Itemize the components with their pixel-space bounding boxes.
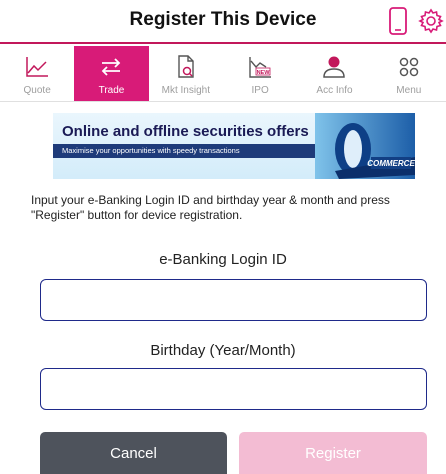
nav-item-mkt-insight[interactable]: Mkt Insight xyxy=(149,46,223,101)
svg-text:COMMERCE: COMMERCE xyxy=(367,159,415,168)
banner-headline: Online and offline securities offers xyxy=(62,123,309,140)
phone-icon[interactable] xyxy=(388,7,408,35)
login-id-input[interactable] xyxy=(40,279,427,321)
menu-grid-icon xyxy=(399,57,419,77)
nav-item-acc-info[interactable]: Acc Info xyxy=(297,46,371,101)
new-chart-icon: NEW xyxy=(249,57,272,78)
nav-label-trade: Trade xyxy=(98,85,125,96)
commerce-logo-graphic: COMMERCE xyxy=(315,113,415,179)
nav-label-mkt-insight: Mkt Insight xyxy=(161,85,210,96)
nav-label-acc-info: Acc Info xyxy=(316,85,353,96)
person-icon xyxy=(323,56,346,78)
login-id-label: e-Banking Login ID xyxy=(159,251,287,268)
nav-item-trade[interactable]: Trade xyxy=(74,46,149,101)
main-nav: Quote Trade Mkt Insight NEW IPO Acc Info… xyxy=(0,46,446,102)
cancel-button[interactable]: Cancel xyxy=(40,432,227,474)
birthday-input[interactable] xyxy=(40,368,427,410)
nav-item-quote[interactable]: Quote xyxy=(0,46,74,101)
svg-text:NEW: NEW xyxy=(257,70,271,76)
register-button[interactable]: Register xyxy=(239,432,427,474)
registration-instructions: Input your e-Banking Login ID and birthd… xyxy=(31,193,390,222)
nav-label-quote: Quote xyxy=(23,85,51,96)
nav-item-menu[interactable]: Menu xyxy=(372,46,446,101)
exchange-arrows-icon xyxy=(102,58,121,76)
header-bar: Register This Device xyxy=(0,0,446,44)
banner-subline: Maximise your opportunities with speedy … xyxy=(53,144,323,158)
gear-icon[interactable] xyxy=(418,8,444,34)
page-title: Register This Device xyxy=(129,9,317,30)
promo-banner[interactable]: Online and offline securities offers Max… xyxy=(53,113,415,179)
nav-label-ipo: IPO xyxy=(251,85,269,96)
birthday-label: Birthday (Year/Month) xyxy=(150,342,296,359)
nav-item-ipo[interactable]: NEW IPO xyxy=(223,46,297,101)
line-chart-icon xyxy=(26,57,49,77)
nav-label-menu: Menu xyxy=(396,85,422,96)
document-search-icon xyxy=(178,55,194,78)
